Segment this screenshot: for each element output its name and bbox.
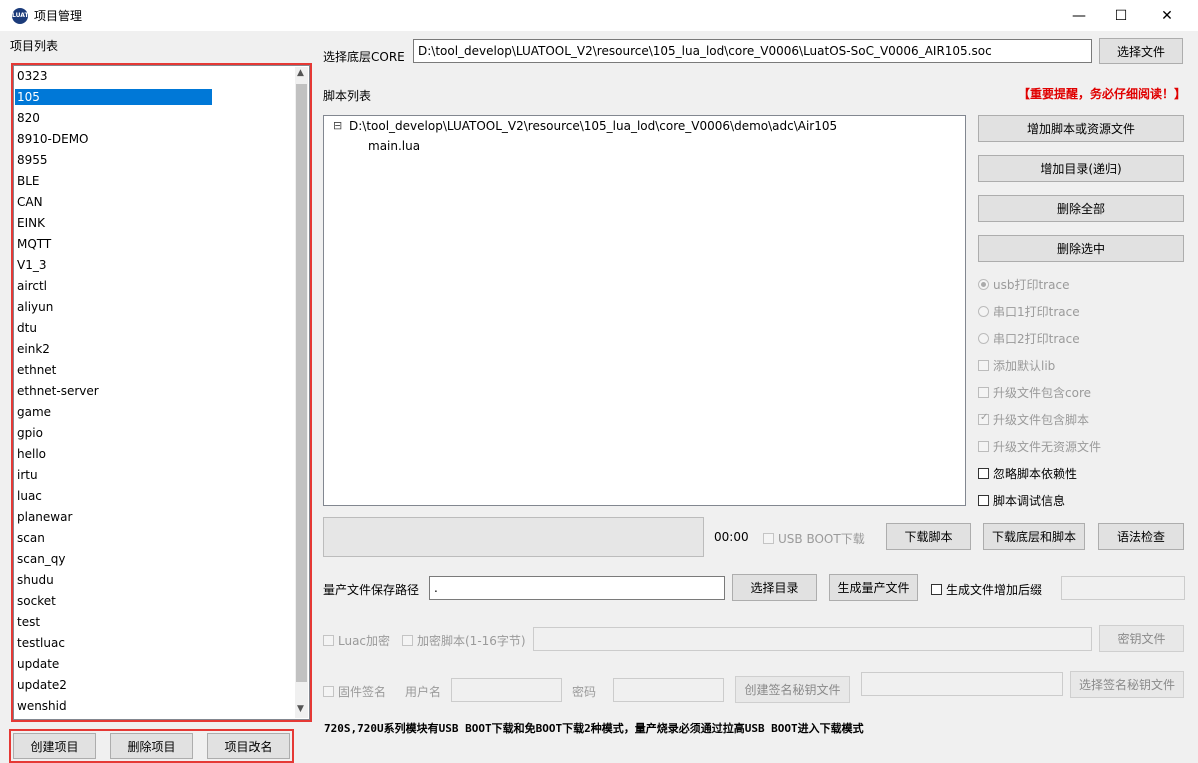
select-core-file-button[interactable]: 选择文件: [1099, 38, 1183, 64]
option-checkbox[interactable]: 升级文件无资源文件: [978, 438, 1101, 455]
checkbox-indicator: [978, 387, 989, 398]
option-label: 升级文件包含core: [993, 386, 1091, 400]
encrypt-script-checkbox[interactable]: 加密脚本(1-16字节): [402, 632, 526, 649]
option-checkbox[interactable]: ✓ 升级文件包含脚本: [978, 411, 1089, 428]
checkbox-indicator: [978, 441, 989, 452]
tree-collapse-icon[interactable]: ⊟: [333, 119, 342, 132]
firmware-sign-label: 固件签名: [338, 685, 387, 699]
username-input[interactable]: [451, 678, 562, 702]
encrypt-script-label: 加密脚本(1-16字节): [417, 634, 526, 648]
option-label: 升级文件无资源文件: [993, 440, 1102, 454]
highlight-frame-list: [11, 63, 312, 722]
option-label: 串口1打印trace: [993, 305, 1080, 319]
trace-radio[interactable]: 串口2打印trace: [978, 330, 1080, 347]
select-sign-key-button[interactable]: 选择签名秘钥文件: [1070, 671, 1184, 698]
radio-dot-icon: [981, 282, 986, 287]
password-input[interactable]: [613, 678, 724, 702]
window-title: 项目管理: [34, 9, 83, 23]
mass-path-input[interactable]: .: [429, 576, 725, 600]
usb-boot-label: USB BOOT下载: [778, 532, 865, 546]
delete-all-button[interactable]: 删除全部: [978, 195, 1184, 222]
check-icon: ✓: [980, 412, 989, 423]
syntax-check-button[interactable]: 语法检查: [1098, 523, 1184, 550]
add-directory-button[interactable]: 增加目录(递归): [978, 155, 1184, 182]
radio-indicator: [978, 306, 989, 317]
download-core-script-button[interactable]: 下载底层和脚本: [983, 523, 1085, 550]
trace-radio[interactable]: 串口1打印trace: [978, 303, 1080, 320]
select-directory-button[interactable]: 选择目录: [732, 574, 817, 601]
option-label: 升级文件包含脚本: [993, 413, 1090, 427]
option-label: 忽略脚本依赖性: [993, 467, 1078, 481]
important-warning-link[interactable]: 【重要提醒，务必仔细阅读！】: [1018, 85, 1186, 102]
trace-radio[interactable]: usb打印trace: [978, 276, 1069, 293]
username-label: 用户名: [405, 685, 442, 699]
checkbox-indicator: [978, 468, 989, 479]
suffix-input[interactable]: [1061, 576, 1185, 600]
mass-path-label: 量产文件保存路径: [323, 583, 420, 597]
delete-selected-button[interactable]: 删除选中: [978, 235, 1184, 262]
option-label: 添加默认lib: [993, 359, 1056, 373]
add-suffix-label: 生成文件增加后缀: [946, 583, 1043, 597]
progress-bar: [323, 517, 704, 557]
timer-text: 00:00: [714, 530, 749, 544]
script-tree[interactable]: [323, 115, 966, 506]
option-label: usb打印trace: [993, 278, 1070, 292]
add-suffix-checkbox[interactable]: 生成文件增加后缀: [931, 581, 1042, 598]
usb-boot-notice: 720S,720U系列模块有USB BOOT下载和免BOOT下载2种模式，量产烧…: [324, 722, 864, 735]
checkbox-indicator: ✓: [978, 412, 989, 425]
script-file-node[interactable]: main.lua: [368, 139, 420, 153]
highlight-frame-buttons: [9, 729, 294, 763]
close-button[interactable]: ✕: [1144, 0, 1190, 31]
add-script-button[interactable]: 增加脚本或资源文件: [978, 115, 1184, 142]
generate-mass-file-button[interactable]: 生成量产文件: [829, 574, 918, 601]
core-label: 选择底层CORE: [323, 50, 405, 64]
option-checkbox[interactable]: 忽略脚本依赖性: [978, 465, 1077, 482]
checkbox-indicator: [978, 360, 989, 371]
project-list-label: 项目列表: [10, 39, 59, 53]
script-folder-node[interactable]: D:\tool_develop\LUATOOL_V2\resource\105_…: [349, 119, 837, 133]
option-checkbox[interactable]: 添加默认lib: [978, 357, 1055, 374]
option-checkbox[interactable]: 升级文件包含core: [978, 384, 1091, 401]
app-logo-icon: LUAT: [12, 8, 29, 24]
luac-encrypt-checkbox[interactable]: Luac加密: [323, 632, 390, 649]
luac-encrypt-label: Luac加密: [338, 634, 391, 648]
title-bar: [0, 0, 1198, 31]
key-file-button[interactable]: 密钥文件: [1099, 625, 1184, 652]
download-script-button[interactable]: 下载脚本: [886, 523, 971, 550]
radio-indicator: [978, 279, 989, 290]
option-label: 串口2打印trace: [993, 332, 1080, 346]
script-list-label: 脚本列表: [323, 89, 372, 103]
minimize-button[interactable]: —: [1056, 0, 1102, 31]
radio-indicator: [978, 333, 989, 344]
option-label: 脚本调试信息: [993, 494, 1066, 508]
sign-key-path-input[interactable]: [861, 672, 1063, 696]
create-sign-key-button[interactable]: 创建签名秘钥文件: [735, 676, 850, 703]
core-path-input[interactable]: D:\tool_develop\LUATOOL_V2\resource\105_…: [413, 39, 1092, 63]
firmware-sign-checkbox[interactable]: 固件签名: [323, 683, 386, 700]
checkbox-indicator: [978, 495, 989, 506]
usb-boot-checkbox[interactable]: USB BOOT下载: [763, 530, 865, 547]
password-label: 密码: [572, 685, 597, 699]
encrypt-key-input[interactable]: [533, 627, 1092, 651]
maximize-button[interactable]: ☐: [1098, 0, 1144, 31]
option-checkbox[interactable]: 脚本调试信息: [978, 492, 1065, 509]
